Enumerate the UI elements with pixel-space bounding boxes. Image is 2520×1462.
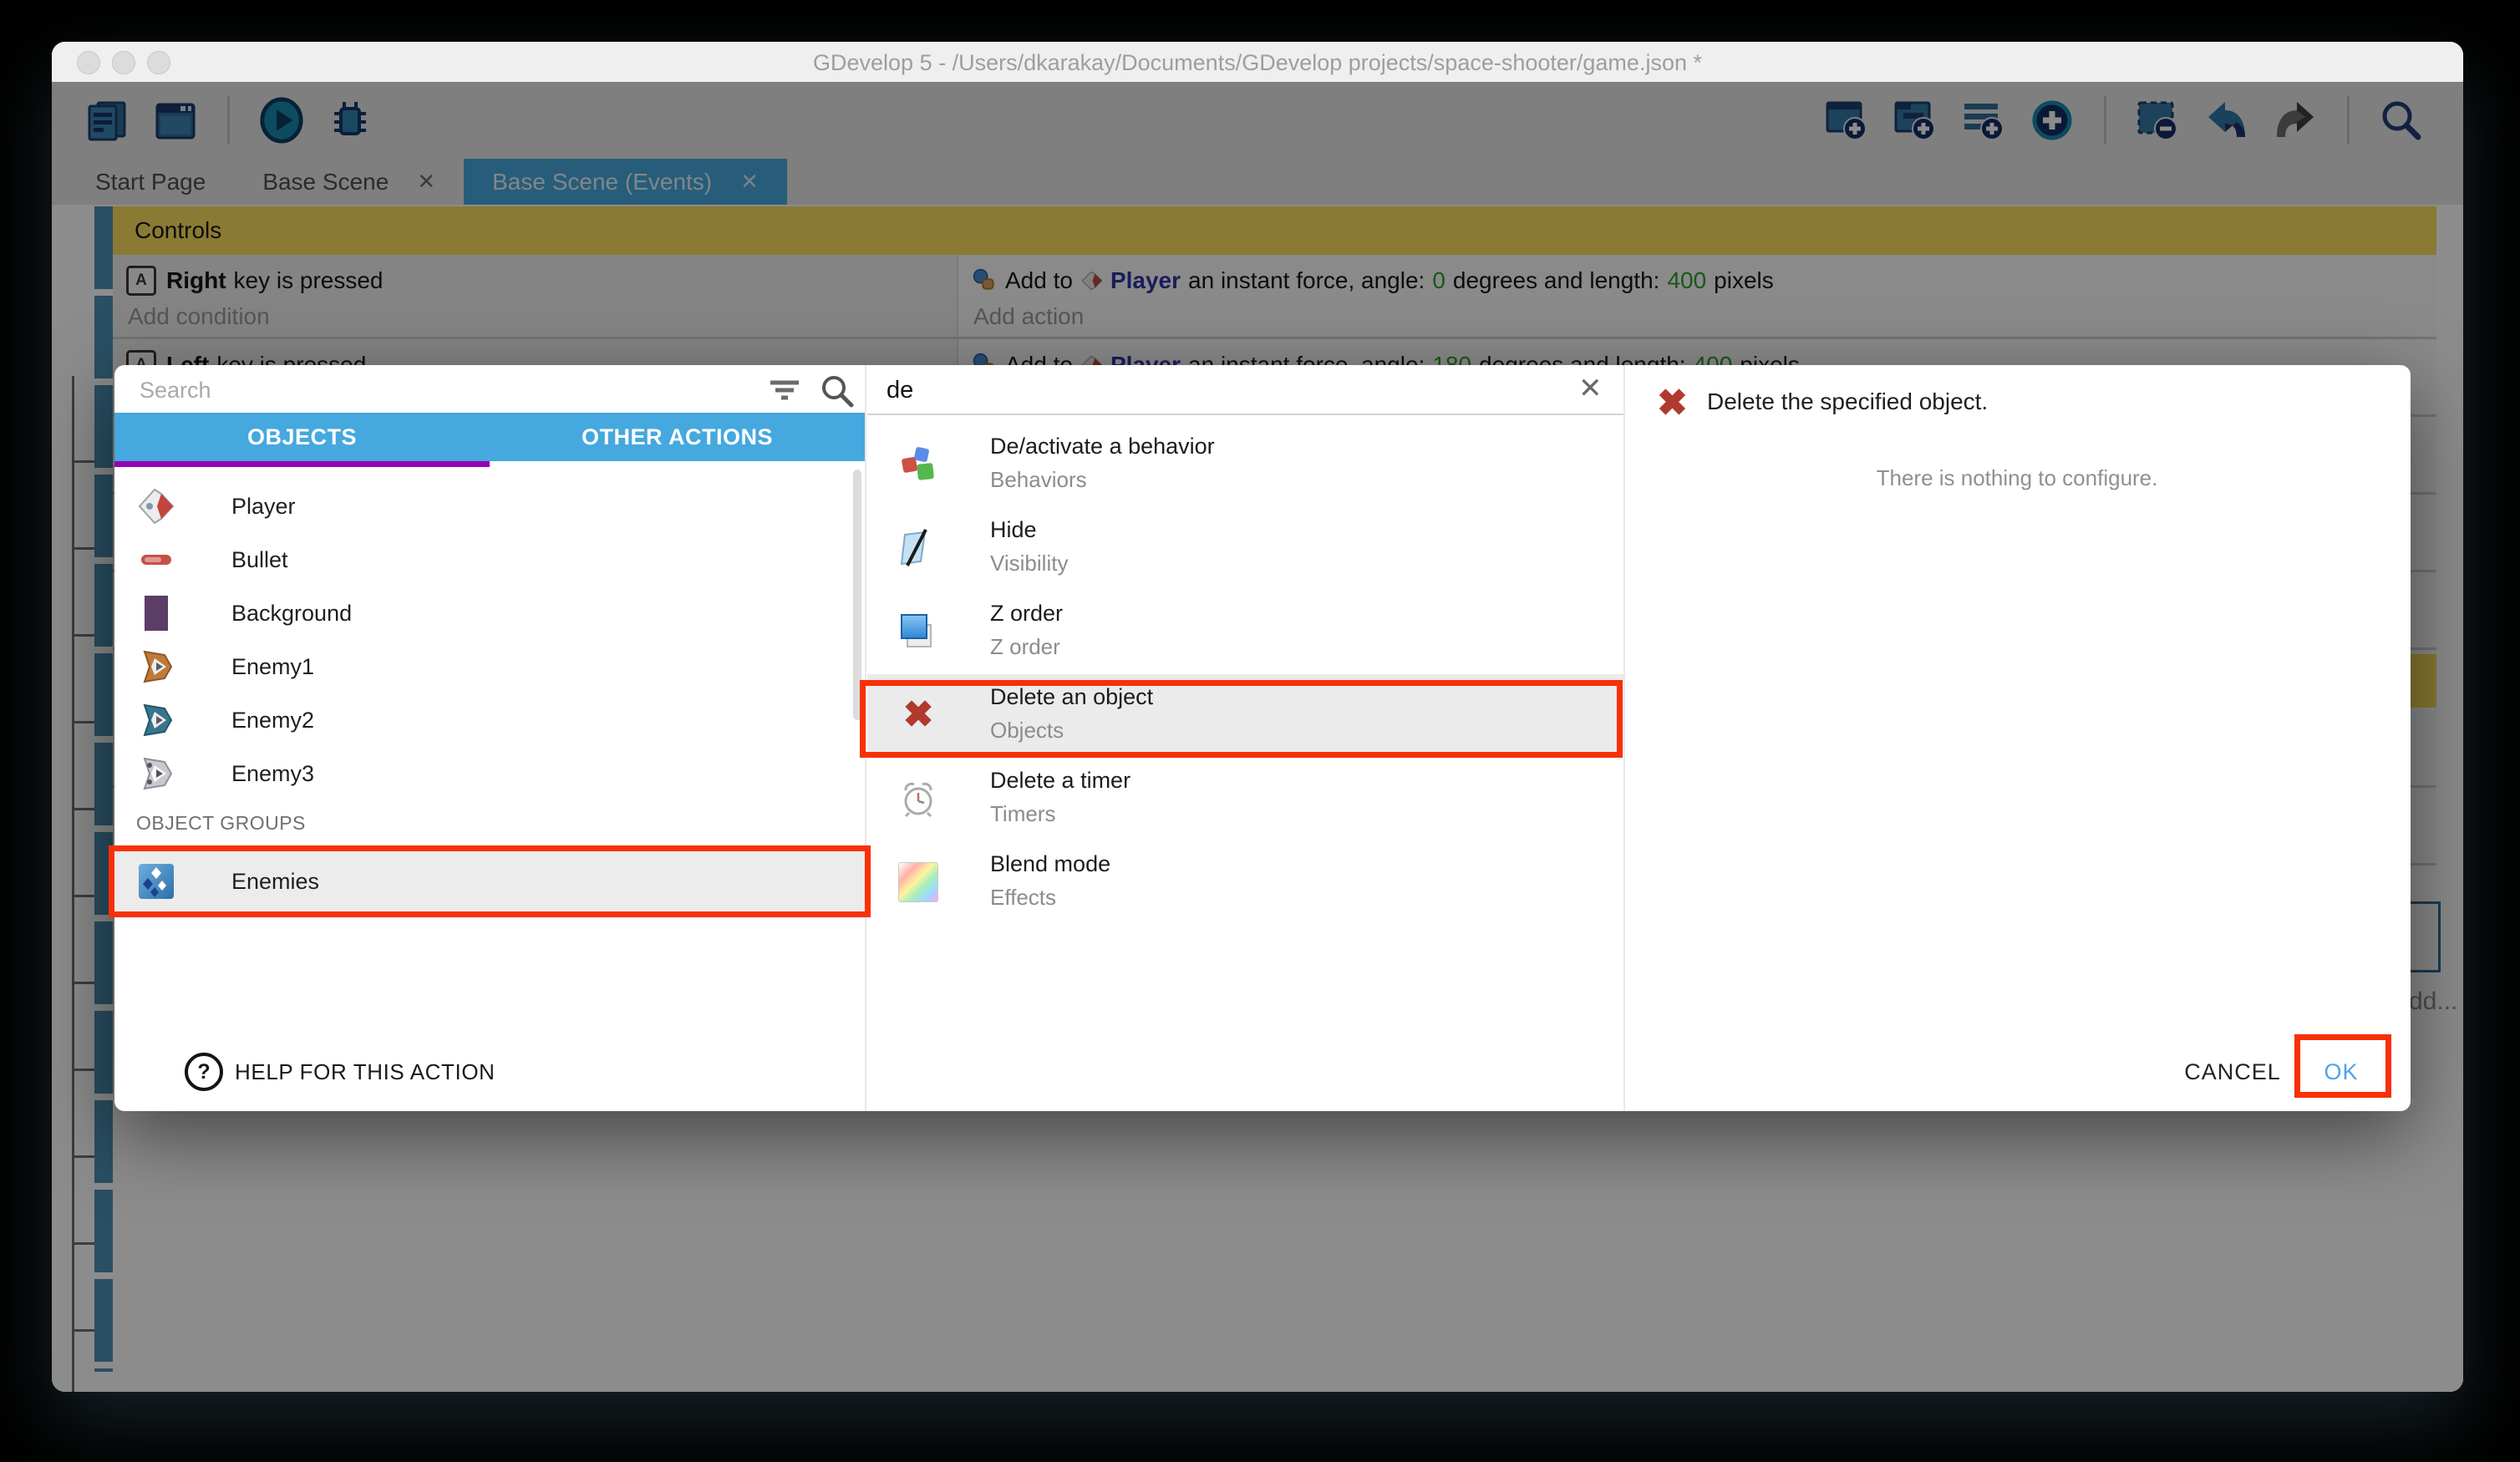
action-description: Delete the specified object.: [1707, 388, 1988, 415]
object-name: Bullet: [231, 533, 288, 586]
tab-objects[interactable]: OBJECTS: [114, 413, 490, 461]
window-title: GDevelop 5 - /Users/dkarakay/Documents/G…: [52, 42, 2463, 82]
action-list-item-selected[interactable]: ✖ Delete an object Objects: [867, 674, 1623, 758]
action-category: Timers: [990, 801, 1055, 827]
ok-button[interactable]: OK: [2312, 1059, 2370, 1085]
action-category: Effects: [990, 885, 1056, 911]
object-name: Enemy2: [231, 693, 314, 747]
action-title: De/activate a behavior: [990, 434, 1215, 459]
action-title: Blend mode: [990, 851, 1110, 877]
object-list-scrollbar[interactable]: [853, 470, 861, 720]
tab-other-actions[interactable]: OTHER ACTIONS: [490, 413, 865, 461]
title-bar: GDevelop 5 - /Users/dkarakay/Documents/G…: [52, 42, 2463, 83]
object-search-input[interactable]: [138, 369, 751, 411]
object-list-item[interactable]: Enemy3: [114, 747, 865, 800]
app-window: GDevelop 5 - /Users/dkarakay/Documents/G…: [52, 42, 2463, 1392]
action-title: Z order: [990, 601, 1063, 627]
object-list-item[interactable]: Player: [114, 480, 865, 533]
action-list-item[interactable]: Hide Visibility: [867, 507, 1623, 591]
action-category: Visibility: [990, 551, 1068, 576]
object-name: Enemy1: [231, 640, 314, 693]
object-groups-header: OBJECT GROUPS: [136, 812, 306, 835]
behavior-action-icon: [897, 444, 939, 485]
action-category: Behaviors: [990, 467, 1087, 493]
action-category: Objects: [990, 718, 1064, 744]
hide-action-icon: [897, 527, 939, 569]
object-name: Enemy3: [231, 747, 314, 800]
action-list-item[interactable]: Z order Z order: [867, 591, 1623, 674]
delete-object-icon: ✖: [1657, 385, 1688, 422]
object-group-item-enemies[interactable]: Enemies: [114, 851, 865, 911]
column-divider: [865, 365, 866, 1111]
enemies-group-icon: [136, 861, 176, 901]
nothing-to-configure-text: There is nothing to configure.: [1623, 465, 2411, 491]
action-search-input[interactable]: [885, 369, 1540, 411]
enemy3-object-icon: [136, 754, 176, 794]
bullet-object-icon: [136, 540, 176, 580]
action-title: Delete an object: [990, 684, 1153, 710]
search-icon: [820, 373, 855, 413]
object-list-item[interactable]: Enemy2: [114, 693, 865, 747]
help-icon[interactable]: ?: [185, 1053, 223, 1091]
object-list-item[interactable]: Bullet: [114, 533, 865, 586]
blend-mode-action-icon: [897, 861, 939, 903]
player-object-icon: [136, 486, 176, 526]
object-list-item[interactable]: Enemy1: [114, 640, 865, 693]
action-list-item[interactable]: Delete a timer Timers: [867, 758, 1623, 841]
object-name: Background: [231, 586, 352, 640]
help-button[interactable]: HELP FOR THIS ACTION: [235, 1059, 495, 1085]
action-title: Hide: [990, 517, 1037, 543]
clear-search-icon[interactable]: ✕: [1578, 372, 1603, 405]
timer-action-icon: [897, 778, 939, 820]
active-tab-indicator: [114, 461, 490, 467]
action-editor-dialog: ✕ OBJECTS OTHER ACTIONS Player: [114, 365, 2411, 1111]
z-order-action-icon: [897, 611, 939, 652]
dialog-tab-bar: OBJECTS OTHER ACTIONS: [114, 413, 865, 461]
group-name: Enemies: [231, 851, 319, 911]
background-object-icon: [136, 593, 176, 633]
action-list-item[interactable]: De/activate a behavior Behaviors: [867, 424, 1623, 507]
object-name: Player: [231, 480, 296, 533]
delete-object-action-icon: ✖: [897, 694, 939, 736]
enemy1-object-icon: [136, 647, 176, 687]
action-title: Delete a timer: [990, 768, 1130, 794]
action-category: Z order: [990, 634, 1060, 660]
filter-icon[interactable]: [768, 377, 801, 409]
enemy2-object-icon: [136, 700, 176, 740]
search-underline: [867, 414, 1623, 415]
action-list-item[interactable]: Blend mode Effects: [867, 841, 1623, 925]
object-list-item[interactable]: Background: [114, 586, 865, 640]
cancel-button[interactable]: CANCEL: [2166, 1059, 2299, 1085]
